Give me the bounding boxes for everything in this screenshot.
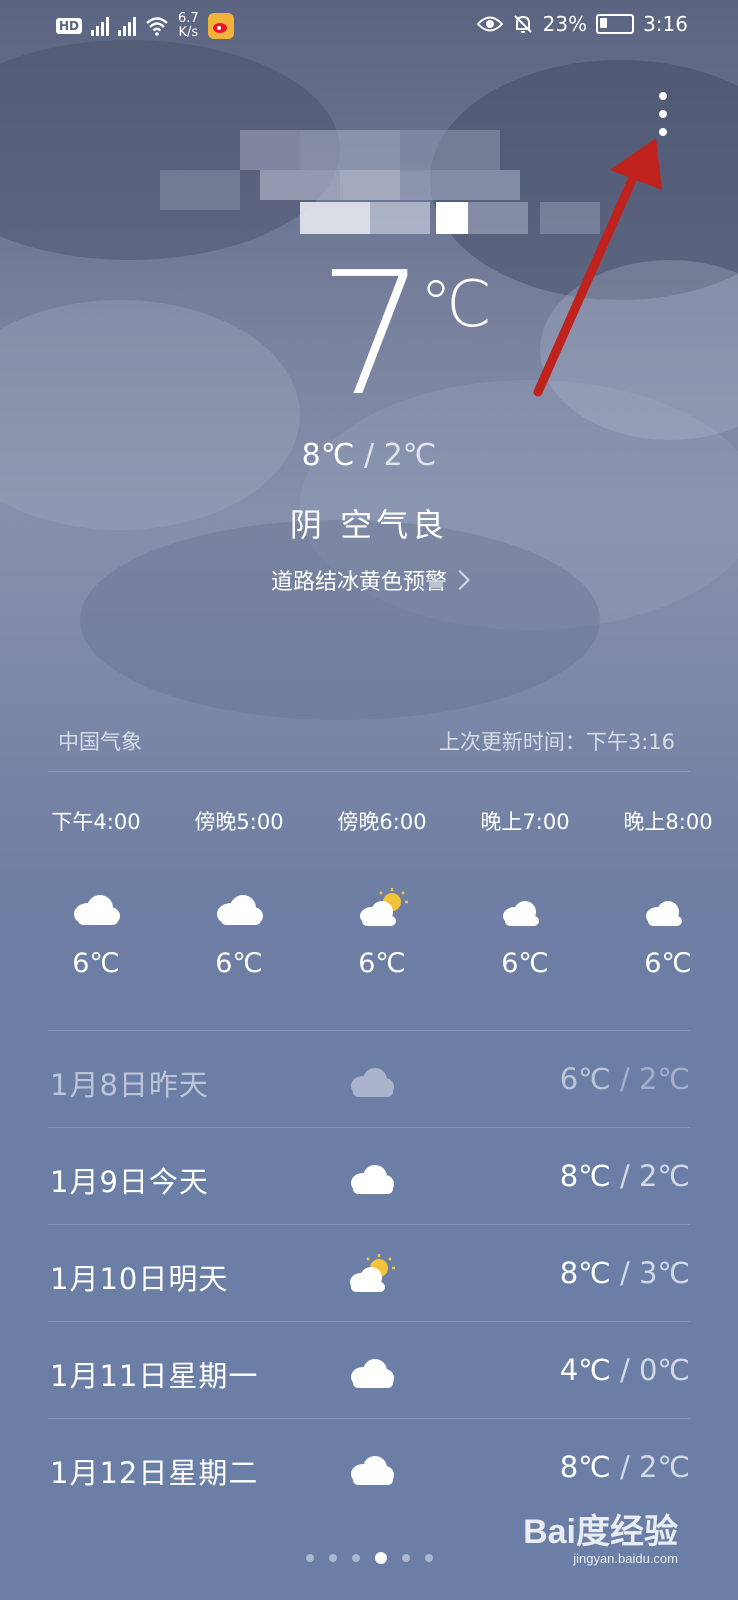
clock: 3:16 [643, 12, 688, 36]
divider [48, 1127, 690, 1128]
weather-condition: 阴 空气良 [289, 506, 449, 544]
cloud-icon [66, 888, 126, 928]
hour-time: 晚上7:00 [480, 810, 570, 834]
hourly-item: 傍晚5:00 6℃ [164, 806, 314, 979]
daily-high: 4℃ [559, 1353, 611, 1387]
daily-date: 1月12日星期二 [50, 1456, 259, 1490]
daily-range: 8℃ / 2℃ [559, 1450, 690, 1484]
battery-icon [596, 14, 635, 34]
daily-range: 4℃ / 0℃ [559, 1353, 690, 1387]
divider [48, 1321, 690, 1322]
signal-4g-icon [118, 16, 137, 36]
network-speed: 6.7 K/s [178, 11, 199, 40]
daily-date: 1月10日明天 [50, 1262, 229, 1296]
page-dot[interactable] [424, 1554, 433, 1562]
signal-2g-icon [91, 16, 110, 36]
daily-low: 3℃ [638, 1256, 690, 1290]
daily-row[interactable]: 1月10日明天 8℃ / 3℃ [50, 1226, 690, 1324]
page-dot-active[interactable] [374, 1552, 387, 1564]
cloud-icon [345, 1448, 405, 1488]
status-bar: HD 6.7 K/s 23% 3:16 [0, 0, 738, 56]
daily-row[interactable]: 1月11日星期一 4℃ / 0℃ [50, 1323, 690, 1421]
divider [48, 771, 690, 772]
hour-time: 下午4:00 [51, 810, 141, 834]
hd-icon: HD [56, 18, 83, 34]
location-name-redacted[interactable] [160, 130, 600, 250]
hour-temp: 6℃ [501, 948, 549, 979]
today-low: 2℃ [383, 438, 437, 473]
chevron-right-icon [450, 570, 470, 590]
hourly-forecast[interactable]: 下午4:00 6℃ 傍晚5:00 6℃ 傍晚6:00 6℃ 晚上7:00 6℃ … [0, 806, 738, 1016]
divider [48, 1030, 690, 1031]
cloud-icon [345, 1157, 405, 1197]
page-dot[interactable] [401, 1554, 410, 1562]
bell-off-icon [513, 15, 532, 33]
wifi-icon [146, 17, 168, 36]
hourly-item: 傍晚6:00 6℃ [307, 806, 457, 979]
hour-time: 晚上8:00 [623, 810, 713, 834]
cloudy-night-icon [495, 888, 555, 928]
page-indicator[interactable] [0, 1552, 738, 1564]
today-high: 8℃ [301, 438, 355, 473]
hour-temp: 6℃ [72, 948, 120, 979]
last-updated: 上次更新时间：下午3:16 [438, 730, 675, 754]
page-dot[interactable] [351, 1554, 360, 1562]
daily-low: 0℃ [638, 1353, 690, 1387]
data-provider: 中国气象 [58, 730, 142, 754]
daily-date: 1月9日今天 [50, 1165, 209, 1199]
hourly-item: 晚上7:00 6℃ [450, 806, 600, 979]
battery-percent: 23% [542, 12, 588, 36]
partly-sunny-icon [345, 1254, 405, 1294]
cloud-icon [345, 1351, 405, 1391]
hourly-item: 下午4:00 6℃ [21, 806, 171, 979]
hour-time: 傍晚6:00 [337, 810, 427, 834]
daily-date: 1月11日星期一 [50, 1359, 259, 1393]
cloud-icon [345, 1060, 405, 1100]
weibo-icon [207, 13, 234, 39]
daily-low: 2℃ [638, 1450, 690, 1484]
daily-low: 2℃ [638, 1062, 690, 1096]
weather-warning-link[interactable]: 道路结冰黄色预警 [0, 564, 738, 596]
current-temperature: 7 [318, 236, 426, 434]
divider [48, 1418, 690, 1419]
daily-row[interactable]: 1月8日昨天 6℃ / 2℃ [50, 1032, 690, 1130]
daily-range: 6℃ / 2℃ [559, 1062, 690, 1096]
partly-sunny-icon [352, 888, 412, 928]
source-info: 中国气象 上次更新时间：下午3:16 [58, 726, 675, 756]
cloudy-night-icon [638, 888, 698, 928]
temperature-unit: ℃ [420, 268, 492, 342]
more-options-icon[interactable] [655, 92, 671, 136]
warning-text: 道路结冰黄色预警 [270, 570, 447, 595]
today-high-low: 8℃ / 2℃ [0, 438, 738, 473]
cloud-icon [209, 888, 269, 928]
daily-range: 8℃ / 2℃ [559, 1159, 690, 1193]
separator: / [363, 438, 375, 473]
daily-high: 8℃ [559, 1450, 611, 1484]
daily-date: 1月8日昨天 [50, 1068, 209, 1102]
hour-temp: 6℃ [215, 948, 263, 979]
daily-row[interactable]: 1月9日今天 8℃ / 2℃ [50, 1129, 690, 1227]
daily-low: 2℃ [638, 1159, 690, 1193]
hour-temp: 6℃ [644, 948, 692, 979]
page-dot[interactable] [328, 1554, 337, 1562]
daily-high: 6℃ [559, 1062, 611, 1096]
hour-time: 傍晚5:00 [194, 810, 284, 834]
page-dot[interactable] [305, 1554, 314, 1562]
divider [48, 1224, 690, 1225]
daily-high: 8℃ [559, 1159, 611, 1193]
hourly-item: 晚上8:00 6℃ [593, 806, 738, 979]
hour-temp: 6℃ [358, 948, 406, 979]
daily-high: 8℃ [559, 1256, 611, 1290]
eye-icon [476, 16, 503, 32]
daily-range: 8℃ / 3℃ [559, 1256, 690, 1290]
